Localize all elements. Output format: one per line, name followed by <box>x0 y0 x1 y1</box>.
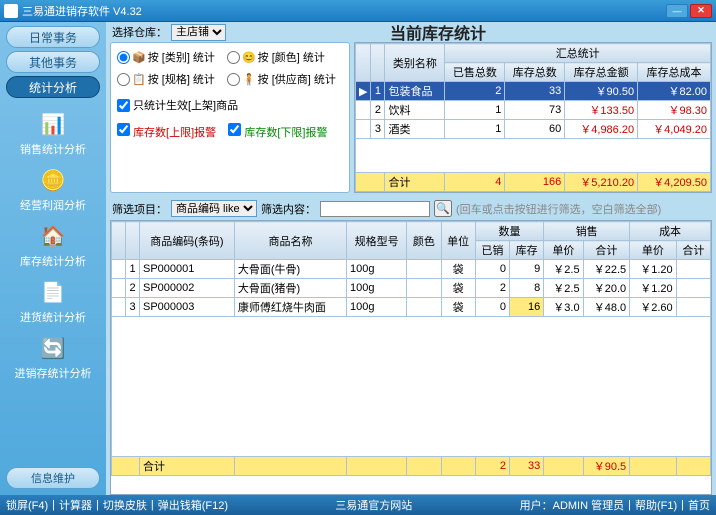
radio-by-supplier[interactable]: 🧍按 [供应商] 统计 <box>227 71 336 87</box>
chart-icon: 📊 <box>35 109 71 139</box>
app-title: 三易通进销存软件 V4.32 <box>22 3 142 19</box>
app-icon <box>4 4 18 18</box>
window-buttons: — ✕ <box>666 4 712 18</box>
footer-site[interactable]: 三易通官方网站 <box>228 497 520 513</box>
nav-info[interactable]: 信息维护 <box>6 467 100 489</box>
check-onshelf[interactable]: 只统计生效[上架]商品 <box>117 97 343 113</box>
check-lower-warn[interactable]: 库存数[下限]报警 <box>228 123 327 140</box>
coins-icon: 🪙 <box>35 165 71 195</box>
nav-other[interactable]: 其他事务 <box>6 51 100 73</box>
footer-skin[interactable]: 切换皮肤 <box>103 497 147 513</box>
footer-home[interactable]: 首页 <box>688 497 710 513</box>
status-bar: 锁屏(F4)| 计算器| 切换皮肤| 弹出钱箱(F12) 三易通官方网站 用户：… <box>0 495 716 515</box>
detail-row[interactable]: 3 SP000003康师傅红烧牛肉面 100g袋 016 ￥3.0￥48.0 ￥… <box>112 298 711 317</box>
summary-row[interactable]: 3 酒类 160 ￥4,986.20￥4,049.20 <box>356 120 711 139</box>
warehouse-toolbar: 选择仓库： 主店铺 当前库存统计 <box>106 22 716 42</box>
filter-button[interactable]: 🔍 <box>434 200 452 217</box>
footer-user-label: 用户： <box>520 497 553 513</box>
nav-stats[interactable]: 统计分析 <box>6 76 100 98</box>
footer-lock[interactable]: 锁屏(F4) <box>6 497 48 513</box>
footer-calc[interactable]: 计算器 <box>59 497 92 513</box>
content-area: 选择仓库： 主店铺 当前库存统计 📦按 [类别] 统计 😊按 [颜色] 统计 📋… <box>106 22 716 495</box>
warehouse-select[interactable]: 主店铺 <box>171 24 226 41</box>
summary-total-row: 合计 4166 ￥5,210.20￥4,209.50 <box>356 173 711 192</box>
radio-by-color[interactable]: 😊按 [颜色] 统计 <box>227 49 325 65</box>
stat-options-panel: 📦按 [类别] 统计 😊按 [颜色] 统计 📋按 [规格] 统计 🧍按 [供应商… <box>110 42 350 193</box>
detail-row[interactable]: 1 SP000001大骨面(牛骨) 100g袋 09 ￥2.5￥22.5 ￥1.… <box>112 260 711 279</box>
sidebar: 日常事务 其他事务 统计分析 📊 销售统计分析 🪙 经营利润分析 🏠 库存统计分… <box>0 22 106 495</box>
footer-cash[interactable]: 弹出钱箱(F12) <box>158 497 228 513</box>
detail-grid[interactable]: 商品编码(条码) 商品名称 规格型号 颜色 单位 数量 销售 成本 已销库存 单… <box>110 220 712 495</box>
house-icon: 🏠 <box>35 221 71 251</box>
detail-row[interactable]: 2 SP000002大骨面(猪骨) 100g袋 28 ￥2.5￥20.0 ￥1.… <box>112 279 711 298</box>
close-button[interactable]: ✕ <box>690 4 712 18</box>
footer-user: ADMIN 管理员 <box>553 497 625 513</box>
summary-row[interactable]: ▶1 包装食品 233 ￥90.50￥82.00 <box>356 82 711 101</box>
filter-input[interactable] <box>320 201 430 217</box>
check-upper-warn[interactable]: 库存数[上限]报警 <box>117 123 216 140</box>
sidebar-item-stock[interactable]: 🏠 库存统计分析 <box>20 221 86 269</box>
sidebar-item-inout[interactable]: 🔄 进销存统计分析 <box>15 333 92 381</box>
summary-grid[interactable]: 类别名称 汇总统计 已售总数 库存总数 库存总金额 库存总成本 ▶1 包装食品 … <box>354 42 712 193</box>
warehouse-label: 选择仓库： <box>112 24 167 40</box>
nav-daily[interactable]: 日常事务 <box>6 26 100 48</box>
footer-help[interactable]: 帮助(F1) <box>635 497 677 513</box>
sidebar-item-profit[interactable]: 🪙 经营利润分析 <box>20 165 86 213</box>
doc-icon: 📄 <box>35 277 71 307</box>
summary-row[interactable]: 2 饮料 173 ￥133.50￥98.30 <box>356 101 711 120</box>
radio-by-category[interactable]: 📦按 [类别] 统计 <box>117 49 215 65</box>
sidebar-item-purchase[interactable]: 📄 进货统计分析 <box>20 277 86 325</box>
filter-bar: 筛选项目： 商品编码 like 筛选内容： 🔍 (回车或点击按钮进行筛选，空白筛… <box>106 197 716 220</box>
detail-total-row: 合计 233 ￥90.5 <box>112 457 711 476</box>
cycle-icon: 🔄 <box>35 333 71 363</box>
sidebar-item-sales[interactable]: 📊 销售统计分析 <box>20 109 86 157</box>
radio-by-spec[interactable]: 📋按 [规格] 统计 <box>117 71 215 87</box>
title-bar: 三易通进销存软件 V4.32 — ✕ <box>0 0 716 22</box>
minimize-button[interactable]: — <box>666 4 688 18</box>
filter-field-select[interactable]: 商品编码 like <box>171 200 257 217</box>
